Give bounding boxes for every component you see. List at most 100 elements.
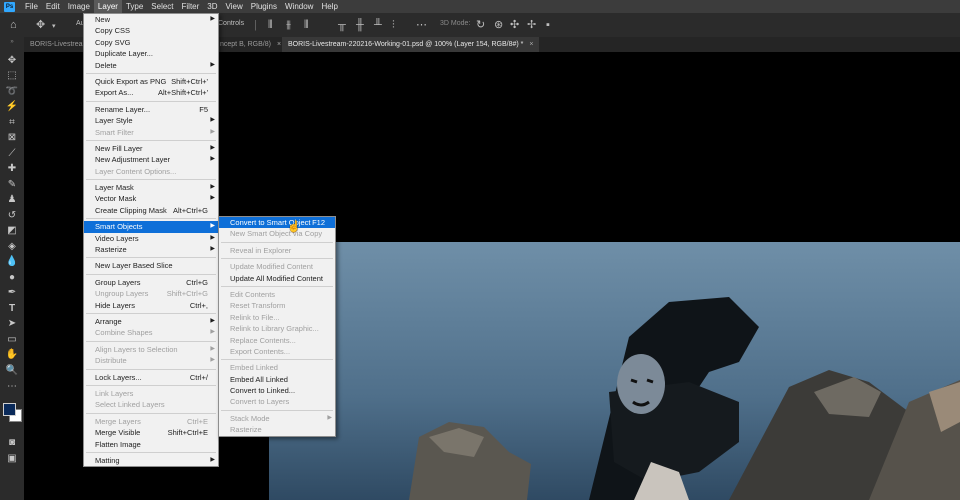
layer-menu-item-duplicate-layer[interactable]: Duplicate Layer... <box>84 48 218 59</box>
smart-objects-item-convert-to-linked[interactable]: Convert to Linked... <box>219 385 335 396</box>
type-tool-icon[interactable]: T <box>5 303 19 315</box>
distribute-icon[interactable]: ⫶ <box>392 19 395 31</box>
tab-document-2[interactable]: ncept B, RGB/8) × <box>214 37 287 52</box>
pen-tool-icon[interactable]: ✒ <box>5 287 19 299</box>
layer-menu-item-video-layers[interactable]: Video Layers ▶ <box>84 233 218 244</box>
menu-item-shortcut: Ctrl+G <box>186 277 208 287</box>
layer-menu-item-delete[interactable]: Delete ▶ <box>84 60 218 71</box>
layer-menu-item-vector-mask[interactable]: Vector Mask ▶ <box>84 193 218 204</box>
align-middle-icon[interactable]: ╫ <box>356 19 364 31</box>
menu-edit[interactable]: Edit <box>42 0 64 13</box>
clone-stamp-tool-icon[interactable]: ♟ <box>5 194 19 206</box>
layer-menu-item-create-clipping-mask[interactable]: Create Clipping Mask Alt+Ctrl+G <box>84 205 218 216</box>
close-icon[interactable]: × <box>529 41 533 48</box>
align-left-icon[interactable]: ⫴ <box>268 19 273 31</box>
menu-select[interactable]: Select <box>147 0 177 13</box>
panel-collapse-icon[interactable]: » <box>5 36 19 48</box>
layer-menu-item-lock-layers[interactable]: Lock Layers... Ctrl+/ <box>84 372 218 383</box>
menu-file[interactable]: File <box>21 0 42 13</box>
hand-tool-icon[interactable]: ✋ <box>5 349 19 361</box>
menu-3d[interactable]: 3D <box>203 0 221 13</box>
layer-menu-item-layer-mask[interactable]: Layer Mask ▶ <box>84 182 218 193</box>
layer-menu-item-copy-css[interactable]: Copy CSS <box>84 25 218 36</box>
menu-type[interactable]: Type <box>122 0 147 13</box>
menu-plugins[interactable]: Plugins <box>247 0 281 13</box>
chevron-down-icon[interactable]: ▾ <box>52 21 56 33</box>
zoom-tool-icon[interactable]: 🔍 <box>5 365 19 377</box>
move-tool-icon[interactable]: ✥ <box>5 55 19 67</box>
history-brush-tool-icon[interactable]: ↺ <box>5 210 19 222</box>
smart-objects-item-convert-to-smart-object[interactable]: Convert to Smart Object F12 <box>219 217 335 229</box>
layer-menu-item-rename-layer[interactable]: Rename Layer... F5 <box>84 104 218 115</box>
tools-panel: » ✥ ⬚ ➰ ⚡ ⌗ ⊠ ⟋ ✚ ✎ ♟ ↺ ◩ ◈ 💧 ● ✒ T ➤ ▭ … <box>0 37 24 500</box>
home-icon[interactable]: ⌂ <box>10 19 17 31</box>
layer-menu-item-arrange[interactable]: Arrange ▶ <box>84 316 218 327</box>
lasso-tool-icon[interactable]: ➰ <box>5 86 19 98</box>
magic-wand-tool-icon[interactable]: ⚡ <box>5 101 19 113</box>
layer-menu-item-hide-layers[interactable]: Hide Layers Ctrl+, <box>84 300 218 311</box>
more-options-icon[interactable]: ⋯ <box>416 19 427 31</box>
menu-image[interactable]: Image <box>64 0 94 13</box>
smart-objects-item-update-all-modified-content[interactable]: Update All Modified Content <box>219 273 335 284</box>
3d-pan-icon[interactable]: ✣ <box>510 19 519 31</box>
layer-menu-item-merge-visible[interactable]: Merge Visible Shift+Ctrl+E <box>84 427 218 438</box>
paint-bucket-tool-icon[interactable]: ◈ <box>5 241 19 253</box>
marquee-tool-icon[interactable]: ⬚ <box>5 70 19 82</box>
crop-tool-icon[interactable]: ⌗ <box>5 117 19 129</box>
smart-objects-item-embed-all-linked[interactable]: Embed All Linked <box>219 374 335 385</box>
layer-menu-item-new-fill-layer[interactable]: New Fill Layer ▶ <box>84 143 218 154</box>
menu-filter[interactable]: Filter <box>178 0 204 13</box>
3d-slide-icon[interactable]: ✢ <box>527 19 536 31</box>
healing-brush-tool-icon[interactable]: ✚ <box>5 163 19 175</box>
layer-menu-item-new-layer-based-slice[interactable]: New Layer Based Slice <box>84 260 218 271</box>
3d-roll-icon[interactable]: ⊛ <box>494 19 503 31</box>
menu-item-label: Matting <box>95 455 120 465</box>
layer-menu-item-export-as[interactable]: Export As... Alt+Shift+Ctrl+' <box>84 87 218 98</box>
menu-item-label: Distribute <box>95 356 127 366</box>
tab-document-active[interactable]: BORIS-Livestream-220216-Working-01.psd @… <box>282 37 540 52</box>
screen-mode-icon[interactable]: ▣ <box>5 453 19 465</box>
close-icon[interactable]: × <box>277 41 281 48</box>
frame-tool-icon[interactable]: ⊠ <box>5 132 19 144</box>
layer-menu-item-new-adjustment-layer[interactable]: New Adjustment Layer ▶ <box>84 154 218 165</box>
menu-item-label: Quick Export as PNG <box>95 76 167 86</box>
dodge-tool-icon[interactable]: ● <box>5 272 19 284</box>
layer-menu-item-matting[interactable]: Matting ▶ <box>84 455 218 466</box>
blur-tool-icon[interactable]: 💧 <box>5 256 19 268</box>
eraser-tool-icon[interactable]: ◩ <box>5 225 19 237</box>
layer-menu-item-merge-layers: Merge Layers Ctrl+E <box>84 416 218 427</box>
align-right-icon[interactable]: ⫴ <box>304 19 309 31</box>
menu-view[interactable]: View <box>222 0 247 13</box>
menu-item-shortcut: F12 <box>312 218 325 227</box>
align-center-icon[interactable]: ⫵ <box>286 19 291 31</box>
chevron-right-icon: ▶ <box>210 184 215 191</box>
menu-layer[interactable]: Layer <box>93 0 122 13</box>
layer-menu-item-flatten-image[interactable]: Flatten Image <box>84 439 218 450</box>
menu-item-label: Arrange <box>95 316 122 326</box>
layer-menu-item-copy-svg[interactable]: Copy SVG <box>84 37 218 48</box>
align-top-icon[interactable]: ╥ <box>338 19 346 31</box>
move-tool-icon[interactable]: ✥ <box>36 19 45 31</box>
brush-tool-icon[interactable]: ✎ <box>5 179 19 191</box>
edit-toolbar-icon[interactable]: ⋯ <box>5 381 19 393</box>
layer-menu-item-quick-export-as-png[interactable]: Quick Export as PNG Shift+Ctrl+' <box>84 76 218 87</box>
layer-menu-item-smart-objects[interactable]: Smart Objects ▶ <box>84 221 218 233</box>
eyedropper-tool-icon[interactable]: ⟋ <box>5 148 19 160</box>
align-bottom-icon[interactable]: ╨ <box>374 19 382 31</box>
layer-menu-item-layer-style[interactable]: Layer Style ▶ <box>84 115 218 126</box>
quick-mask-icon[interactable]: ◙ <box>5 437 19 449</box>
menu-window[interactable]: Window <box>281 0 317 13</box>
path-selection-tool-icon[interactable]: ➤ <box>5 318 19 330</box>
canvas-image <box>269 242 960 500</box>
layer-menu-item-new[interactable]: New ▶ <box>84 14 218 25</box>
layer-menu-item-rasterize[interactable]: Rasterize ▶ <box>84 244 218 255</box>
shape-tool-icon[interactable]: ▭ <box>5 334 19 346</box>
3d-rotate-icon[interactable]: ↻ <box>476 19 485 31</box>
layer-menu-item-group-layers[interactable]: Group Layers Ctrl+G <box>84 277 218 288</box>
foreground-color-swatch[interactable] <box>3 403 16 416</box>
menu-item-label: Replace Contents... <box>230 335 296 345</box>
3d-scale-icon[interactable]: ▪ <box>546 19 550 31</box>
menu-help[interactable]: Help <box>317 0 341 13</box>
transform-controls-label[interactable]: Controls <box>218 20 244 27</box>
menu-separator <box>86 72 216 74</box>
